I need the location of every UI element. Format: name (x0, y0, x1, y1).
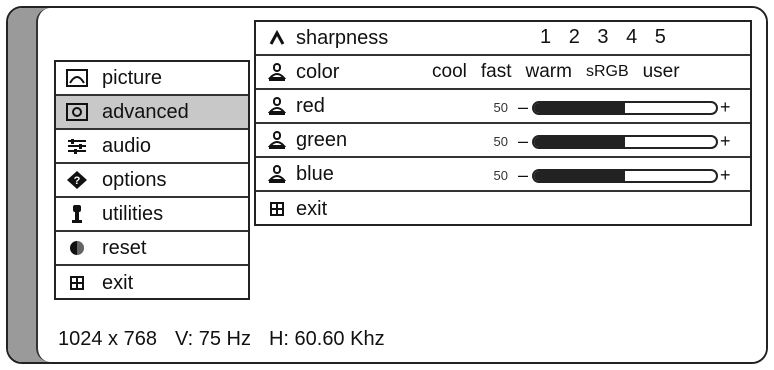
color-option-warm[interactable]: warm (525, 61, 571, 83)
blue-value: 50 (493, 168, 508, 183)
sharpness-level-1[interactable]: 1 (540, 26, 552, 48)
menu-item-label: reset (102, 236, 147, 259)
sharpness-level-4[interactable]: 4 (626, 26, 638, 48)
red-label: red (296, 94, 325, 117)
menu-item-label: audio (102, 134, 151, 157)
green-increase[interactable]: + (720, 131, 731, 152)
sharpness-level-5[interactable]: 5 (655, 26, 667, 48)
utilities-icon (64, 204, 90, 224)
color-option-cool[interactable]: cool (432, 61, 467, 83)
main-menu: picture advanced audio ? options utiliti… (54, 60, 250, 300)
lamp-icon (266, 163, 288, 185)
color-label: color (296, 60, 340, 83)
green-value: 50 (493, 134, 508, 149)
blue-row[interactable]: blue 50 – + (256, 158, 750, 192)
red-row[interactable]: red 50 – + (256, 90, 750, 124)
sharpness-level-2[interactable]: 2 (569, 26, 581, 48)
red-decrease[interactable]: – (518, 97, 528, 118)
blue-label: blue (296, 162, 334, 185)
signal-status: 1024 x 768 V: 75 Hz H: 60.60 Khz (58, 328, 403, 351)
menu-item-advanced[interactable]: advanced (56, 96, 248, 130)
audio-icon (64, 136, 90, 156)
horizontal-frequency: H: 60.60 Khz (268, 328, 385, 350)
menu-item-label: options (102, 168, 167, 191)
red-increase[interactable]: + (720, 97, 731, 118)
red-value: 50 (493, 100, 508, 115)
menu-item-label: exit (102, 271, 134, 294)
blue-increase[interactable]: + (720, 165, 731, 186)
sharpness-level-3[interactable]: 3 (597, 26, 609, 48)
menu-item-options[interactable]: ? options (56, 164, 248, 198)
red-slider: 50 – + (486, 97, 731, 118)
sharpness-levels: 1 2 3 4 5 (540, 26, 677, 49)
red-slider-fill (534, 102, 626, 113)
menu-item-label: advanced (102, 100, 189, 123)
green-slider-fill (534, 136, 626, 147)
color-option-user[interactable]: user (643, 61, 680, 83)
resolution-text: 1024 x 768 (58, 328, 157, 350)
lamp-icon (266, 129, 288, 151)
lamp-icon (266, 61, 288, 83)
menu-item-reset[interactable]: reset (56, 232, 248, 266)
exit-icon (64, 273, 90, 293)
sharpness-label: sharpness (296, 26, 389, 49)
sharpness-row[interactable]: sharpness 1 2 3 4 5 (256, 22, 750, 56)
advanced-submenu: sharpness 1 2 3 4 5 color cool fast warm… (254, 20, 752, 226)
submenu-exit-label: exit (296, 197, 328, 220)
green-slider: 50 – + (486, 131, 731, 152)
menu-item-exit[interactable]: exit (56, 266, 248, 300)
picture-icon (64, 68, 90, 88)
svg-text:?: ? (74, 175, 81, 187)
color-option-fast[interactable]: fast (481, 61, 512, 83)
menu-item-label: picture (102, 66, 163, 89)
vertical-frequency: V: 75 Hz (174, 328, 251, 350)
blue-slider: 50 – + (486, 165, 731, 186)
submenu-exit-row[interactable]: exit (256, 192, 750, 226)
green-decrease[interactable]: – (518, 131, 528, 152)
green-label: green (296, 128, 348, 151)
menu-item-audio[interactable]: audio (56, 130, 248, 164)
green-slider-track[interactable] (532, 134, 719, 149)
red-slider-track[interactable] (532, 100, 719, 115)
reset-icon (64, 238, 90, 258)
menu-item-picture[interactable]: picture (56, 62, 248, 96)
green-row[interactable]: green 50 – + (256, 124, 750, 158)
color-row[interactable]: color cool fast warm sRGB user (256, 56, 750, 90)
menu-item-label: utilities (102, 202, 164, 225)
lamp-icon (266, 95, 288, 117)
color-option-srgb[interactable]: sRGB (586, 63, 629, 83)
exit-icon (266, 198, 288, 220)
blue-slider-track[interactable] (532, 168, 719, 183)
sharpness-icon (266, 27, 288, 49)
blue-decrease[interactable]: – (518, 165, 528, 186)
menu-item-utilities[interactable]: utilities (56, 198, 248, 232)
color-options: cool fast warm sRGB user (432, 61, 680, 83)
advanced-icon (64, 102, 90, 122)
options-icon: ? (64, 170, 90, 190)
blue-slider-fill (534, 170, 626, 181)
